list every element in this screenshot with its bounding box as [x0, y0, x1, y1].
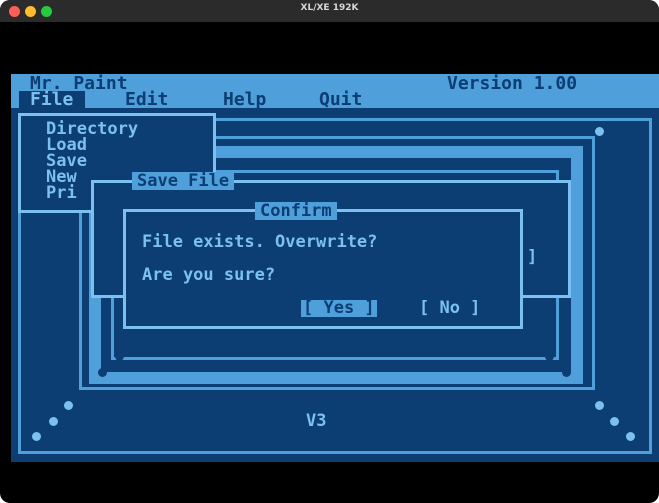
corner-dot	[115, 352, 124, 361]
corner-dot	[610, 417, 619, 426]
corner-dot	[595, 127, 604, 136]
version-label: Version 1.00	[447, 73, 578, 94]
save-dialog-title: Save File	[132, 172, 235, 190]
corner-dot	[562, 158, 571, 167]
yes-button[interactable]: [ Yes ]	[301, 300, 377, 317]
menu-quit[interactable]: Quit	[319, 91, 362, 109]
corner-dot	[562, 368, 571, 377]
window-titlebar: XL/XE 192K	[0, 0, 659, 22]
corner-dot	[49, 417, 58, 426]
corner-dot	[98, 368, 107, 377]
atari-screen: Mr. Paint Version 1.00 File Edit Help Qu…	[11, 74, 659, 462]
confirm-dialog-title: Confirm	[255, 202, 337, 220]
confirm-question: Are you sure?	[142, 265, 276, 285]
corner-dot	[545, 352, 554, 361]
confirm-message: File exists. Overwrite?	[142, 232, 378, 252]
emulator-window: XL/XE 192K Mr. Paint Version 1.00 File E…	[0, 0, 659, 503]
menu-file[interactable]: File	[19, 91, 86, 109]
corner-dot	[130, 336, 139, 345]
corner-dot	[32, 432, 41, 441]
menu-item-print[interactable]: Pri	[46, 185, 77, 202]
no-button[interactable]: [ No ]	[419, 300, 480, 317]
corner-dot	[595, 401, 604, 410]
menu-edit[interactable]: Edit	[125, 91, 168, 109]
corner-dot	[64, 401, 73, 410]
corner-dot	[530, 336, 539, 345]
version-tag: V3	[306, 411, 327, 431]
menu-help[interactable]: Help	[223, 91, 266, 109]
corner-dot	[626, 432, 635, 441]
app-header: Mr. Paint Version 1.00 File Edit Help Qu…	[11, 73, 659, 109]
save-dialog-bracket: ]	[527, 247, 538, 267]
window-title: XL/XE 192K	[300, 3, 359, 13]
